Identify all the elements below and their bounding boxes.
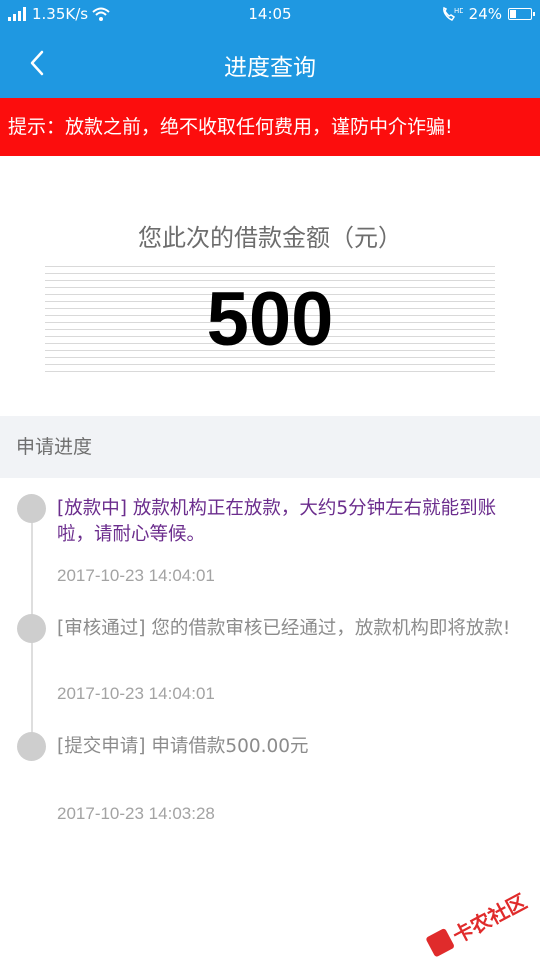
page-title: 进度查询 <box>224 55 316 81</box>
timeline-dot <box>17 614 46 643</box>
svg-text:HD: HD <box>454 7 463 15</box>
timeline-item-text: [放款中] 放款机构正在放款，大约5分钟左右就能到账啦，请耐心等候。 <box>57 498 497 545</box>
loan-amount-value: 500 <box>206 277 334 362</box>
battery-icon <box>508 8 535 20</box>
timeline-item-text: [审核通过] 您的借款审核已经通过，放款机构即将放款! <box>57 618 511 639</box>
timeline-item-time: 2017-10-23 14:04:01 <box>57 684 215 703</box>
warning-banner: 提示：放款之前，绝不收取任何费用，谨防中介诈骗! <box>0 98 540 156</box>
progress-section-header: 申请进度 <box>0 416 540 478</box>
loan-amount-label: 您此次的借款金额（元） <box>138 224 402 252</box>
nav-bar: 进度查询 <box>0 28 540 98</box>
status-right: HD 24% <box>441 5 535 23</box>
battery-percent: 24% <box>468 5 502 23</box>
timeline-item-time: 2017-10-23 14:04:01 <box>57 566 215 585</box>
timeline-item-text: [提交申请] 申请借款500.00元 <box>57 736 309 757</box>
progress-timeline: [放款中] 放款机构正在放款，大约5分钟左右就能到账啦，请耐心等候。 2017-… <box>0 478 540 960</box>
hd-call-icon: HD <box>442 6 463 21</box>
loan-amount-panel: 您此次的借款金额（元） 500 <box>0 156 540 416</box>
timeline-item-time: 2017-10-23 14:03:28 <box>57 804 215 823</box>
status-bar: 1.35K/s 14:05 HD 24% <box>0 0 540 28</box>
timeline-dot <box>17 494 46 523</box>
timeline-dot <box>17 732 46 761</box>
